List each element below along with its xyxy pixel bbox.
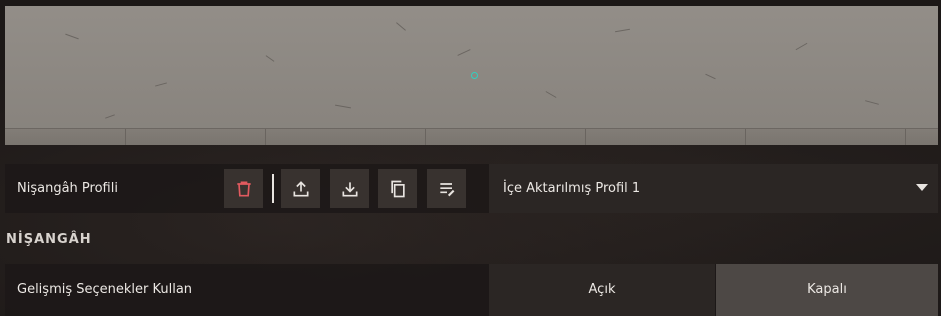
caret-down-icon <box>916 184 928 191</box>
profile-dropdown[interactable]: İçe Aktarılmış Profil 1 <box>489 164 938 213</box>
rename-profile-button[interactable] <box>427 169 466 208</box>
crosshair-preview <box>5 6 938 145</box>
copy-icon <box>390 180 405 197</box>
delete-profile-button[interactable] <box>224 169 263 208</box>
upload-icon <box>293 180 308 196</box>
trash-icon <box>236 181 251 196</box>
advanced-off-option[interactable]: Kapalı <box>716 264 938 316</box>
advanced-options-row: Gelişmiş Seçenekler Kullan Açık Kapalı <box>5 264 938 316</box>
edit-list-icon <box>439 182 454 196</box>
download-icon <box>342 181 357 196</box>
import-profile-button[interactable] <box>330 169 369 208</box>
crosshair-icon <box>471 72 478 79</box>
toolbar-divider <box>272 174 274 203</box>
wall-bricks <box>5 128 938 145</box>
section-title: NİŞANGÂH <box>6 232 92 247</box>
copy-profile-button[interactable] <box>378 169 417 208</box>
profile-label: Nişangâh Profili <box>17 181 118 196</box>
advanced-on-option[interactable]: Açık <box>489 264 715 316</box>
export-profile-button[interactable] <box>281 169 320 208</box>
crosshair-profile-row: Nişangâh Profili İçe Aktarılmış Profil 1 <box>5 164 938 213</box>
profile-dropdown-value: İçe Aktarılmış Profil 1 <box>503 181 641 196</box>
advanced-options-label: Gelişmiş Seçenekler Kullan <box>17 282 193 297</box>
